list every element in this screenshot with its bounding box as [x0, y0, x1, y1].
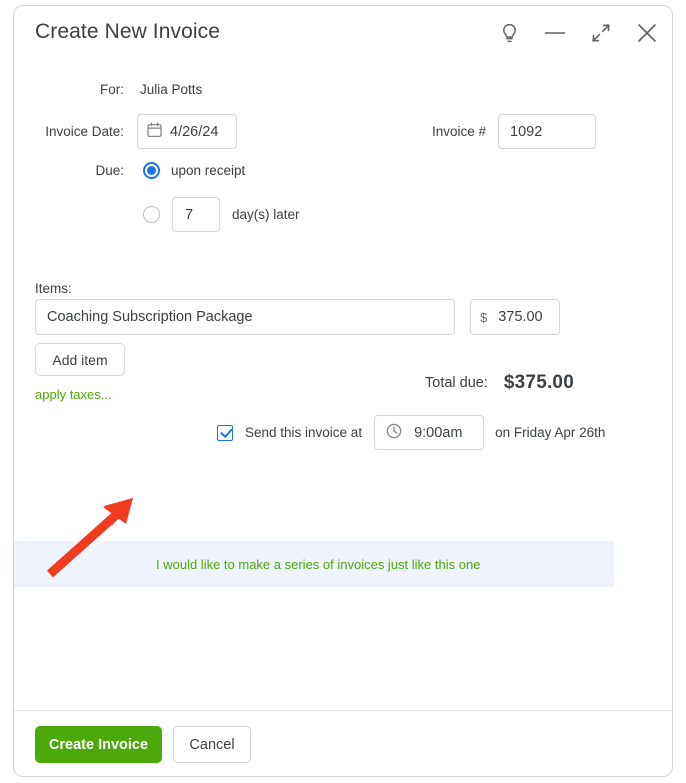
invoice-date-label: Invoice Date:: [45, 124, 124, 139]
send-invoice-checkbox[interactable]: [217, 424, 233, 441]
days-later-value: 7: [185, 206, 194, 223]
recipient-row: For: Julia Potts: [14, 82, 344, 97]
radio-days-later[interactable]: [143, 206, 160, 223]
dialog-footer: Create Invoice Cancel: [14, 710, 672, 776]
item-description-value: Coaching Subscription Package: [47, 309, 253, 325]
total-due-label: Total due:: [425, 375, 488, 391]
currency-symbol: $: [480, 309, 488, 325]
item-row: Coaching Subscription Package $ 375.00: [35, 299, 560, 335]
recipient-value: Julia Potts: [140, 82, 203, 97]
invoice-number-label: Invoice #: [432, 124, 487, 139]
total-due-row: Total due: $375.00: [425, 372, 574, 394]
add-item-button[interactable]: Add item: [35, 343, 125, 376]
schedule-send-row: Send this invoice at 9:00am on Friday Ap…: [217, 415, 605, 450]
add-item-label: Add item: [52, 351, 108, 368]
invoice-date-input[interactable]: 4/26/24: [137, 114, 237, 149]
recurring-invoice-banner: I would like to make a series of invoice…: [14, 541, 614, 587]
cancel-label: Cancel: [189, 736, 235, 753]
lightbulb-icon[interactable]: [494, 18, 524, 48]
radio-upon-receipt[interactable]: [143, 162, 160, 179]
create-invoice-label: Create Invoice: [48, 736, 149, 753]
calendar-icon: [147, 121, 162, 142]
send-invoice-prefix: Send this invoice at: [245, 425, 363, 440]
days-later-input[interactable]: 7: [172, 197, 220, 232]
send-time-value: 9:00am: [414, 424, 463, 441]
invoice-form-body: For: Julia Potts Invoice Date: 4/26/24 I…: [14, 62, 672, 710]
send-invoice-suffix: on Friday Apr 26th: [495, 425, 606, 440]
minimize-icon[interactable]: [540, 18, 570, 48]
cancel-button[interactable]: Cancel: [173, 726, 251, 763]
items-label: Items:: [35, 281, 72, 296]
window-titlebar: Create New Invoice: [14, 6, 672, 62]
due-upon-receipt-row: Due: upon receipt: [14, 162, 245, 179]
window-controls: [494, 18, 662, 48]
invoice-date-value: 4/26/24: [170, 123, 219, 140]
days-later-label: day(s) later: [232, 207, 300, 222]
invoice-number-input[interactable]: 1092: [498, 114, 597, 149]
item-amount-value: 375.00: [498, 309, 543, 325]
clock-icon: [386, 423, 402, 443]
total-due-value: $375.00: [503, 372, 574, 393]
send-time-input[interactable]: 9:00am: [374, 415, 485, 450]
invoice-number-value: 1092: [510, 123, 543, 140]
create-invoice-window: Create New Invoice For: Julia Potts Invo…: [13, 5, 673, 777]
due-days-later-row: 7 day(s) later: [14, 197, 300, 232]
invoice-date-row: Invoice Date: 4/26/24: [14, 114, 237, 149]
invoice-number-row: Invoice # 1092: [432, 114, 597, 149]
page-title: Create New Invoice: [35, 20, 221, 43]
recipient-label: For:: [99, 82, 124, 97]
create-invoice-button[interactable]: Create Invoice: [35, 726, 162, 763]
close-icon[interactable]: [632, 18, 662, 48]
make-series-link[interactable]: I would like to make a series of invoice…: [156, 557, 480, 572]
item-description-input[interactable]: Coaching Subscription Package: [35, 299, 455, 335]
item-amount-input[interactable]: $ 375.00: [470, 299, 560, 335]
apply-taxes-link[interactable]: apply taxes...: [35, 387, 112, 402]
due-label: Due:: [95, 163, 124, 178]
collapse-icon[interactable]: [586, 18, 616, 48]
radio-upon-receipt-label: upon receipt: [171, 163, 246, 178]
